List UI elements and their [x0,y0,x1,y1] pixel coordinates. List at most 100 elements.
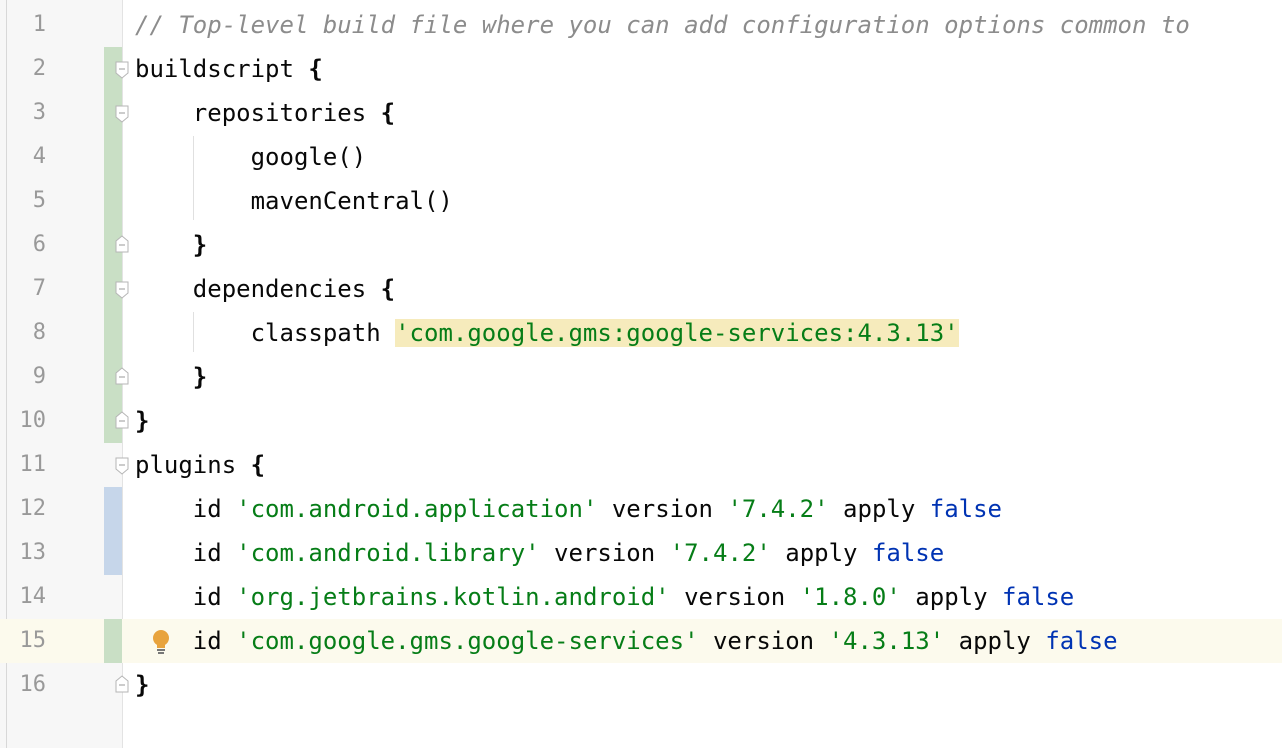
code-token: } [135,407,150,435]
line-number: 14 [19,584,47,609]
modified-change-marker[interactable] [104,135,122,179]
code-line[interactable]: 7 dependencies { [0,267,1282,311]
line-number: 11 [19,452,47,477]
fold-end-icon[interactable] [115,411,129,429]
line-number: 4 [32,144,46,169]
code-token: { [380,275,396,303]
line-number: 2 [32,56,46,81]
code-token: repositories [135,99,381,127]
code-token: id [135,495,237,523]
code-token: version [669,583,800,611]
code-token: id [135,627,237,655]
modified-change-marker[interactable] [104,311,122,355]
line-number: 15 [19,628,47,653]
code-token: mavenCentral() [135,187,453,215]
code-text[interactable]: } [135,399,149,443]
code-token: version [698,627,829,655]
code-token: apply [900,583,1002,611]
code-text[interactable]: classpath 'com.google.gms:google-service… [135,311,959,355]
line-number: 16 [19,672,47,697]
code-line[interactable]: 11 plugins { [0,443,1282,487]
code-token: buildscript [135,55,309,83]
code-text[interactable]: mavenCentral() [135,179,453,223]
fold-end-icon[interactable] [115,367,129,385]
code-line[interactable]: 3 repositories { [0,91,1282,135]
code-token: 'org.jetbrains.kotlin.android' [236,583,670,611]
code-text[interactable]: } [135,663,149,707]
code-token: { [380,99,396,127]
fold-collapse-icon[interactable] [115,457,129,475]
fold-end-icon[interactable] [115,675,129,693]
code-token: false [1002,583,1075,611]
code-text[interactable]: } [135,223,207,267]
code-text[interactable]: } [135,355,207,399]
line-number: 13 [19,540,47,565]
code-token: version [539,539,670,567]
fold-collapse-icon[interactable] [115,281,129,299]
code-text[interactable]: id 'com.android.library' version '7.4.2'… [135,531,944,575]
code-token: apply [944,627,1046,655]
code-token: false [1045,627,1118,655]
code-text[interactable]: google() [135,135,367,179]
code-line[interactable]: 9 } [0,355,1282,399]
code-token: } [135,671,150,699]
code-line[interactable]: 13 id 'com.android.library' version '7.4… [0,531,1282,575]
code-token: version [597,495,728,523]
code-line[interactable]: 12 id 'com.android.application' version … [0,487,1282,531]
code-text[interactable]: repositories { [135,91,395,135]
code-token: dependencies [135,275,381,303]
code-token: { [250,451,266,479]
line-number: 9 [32,364,46,389]
code-text[interactable]: id 'org.jetbrains.kotlin.android' versio… [135,575,1074,619]
code-text[interactable]: id 'com.google.gms.google-services' vers… [135,619,1118,663]
code-line[interactable]: 2 buildscript { [0,47,1282,91]
code-token: apply [828,495,930,523]
code-text[interactable]: dependencies { [135,267,395,311]
code-token: plugins [135,451,251,479]
code-token: 'com.android.application' [236,495,598,523]
modified-change-marker[interactable] [104,179,122,223]
line-number: 1 [32,12,46,37]
code-line[interactable]: 10} [0,399,1282,443]
code-token: } [192,231,208,259]
indent-guide [193,312,194,352]
code-token: '7.4.2' [727,495,829,523]
added-change-marker[interactable] [104,531,122,575]
fold-end-icon[interactable] [115,235,129,253]
code-token: 'com.google.gms:google-services:4.3.13' [395,319,959,347]
code-text[interactable]: id 'com.android.application' version '7.… [135,487,1002,531]
code-token: // Top-level build file where you can ad… [135,11,1190,39]
line-number: 5 [32,188,46,213]
code-token: id [135,539,237,567]
code-editor[interactable]: 1 // Top-level build file where you can a… [0,0,1282,748]
fold-collapse-icon[interactable] [115,61,129,79]
code-line[interactable]: 15 id 'com.google.gms.google-services' v… [0,619,1282,663]
code-token: 'com.android.library' [236,539,540,567]
code-token: { [308,55,323,83]
code-text[interactable]: plugins { [135,443,265,487]
indent-guide [193,136,194,220]
modified-change-marker[interactable] [104,619,122,663]
line-number: 6 [32,232,46,257]
code-token: classpath [135,319,396,347]
line-number: 10 [19,408,47,433]
code-line[interactable]: 14 id 'org.jetbrains.kotlin.android' ver… [0,575,1282,619]
code-token: '4.3.13' [828,627,945,655]
code-token: } [192,363,208,391]
line-number: 12 [19,496,47,521]
code-text[interactable]: buildscript { [135,47,323,91]
code-line[interactable]: 6 } [0,223,1282,267]
code-line[interactable]: 16} [0,663,1282,707]
code-text[interactable]: // Top-level build file where you can ad… [135,3,1190,47]
fold-collapse-icon[interactable] [115,105,129,123]
added-change-marker[interactable] [104,487,122,531]
code-line[interactable]: 1 // Top-level build file where you can a… [0,3,1282,47]
code-token: false [871,539,945,567]
code-token: '7.4.2' [669,539,771,567]
code-token: google() [135,143,367,171]
code-token: false [929,495,1002,523]
code-token: id [135,583,237,611]
line-number: 8 [32,320,46,345]
code-token: '1.8.0' [799,583,901,611]
